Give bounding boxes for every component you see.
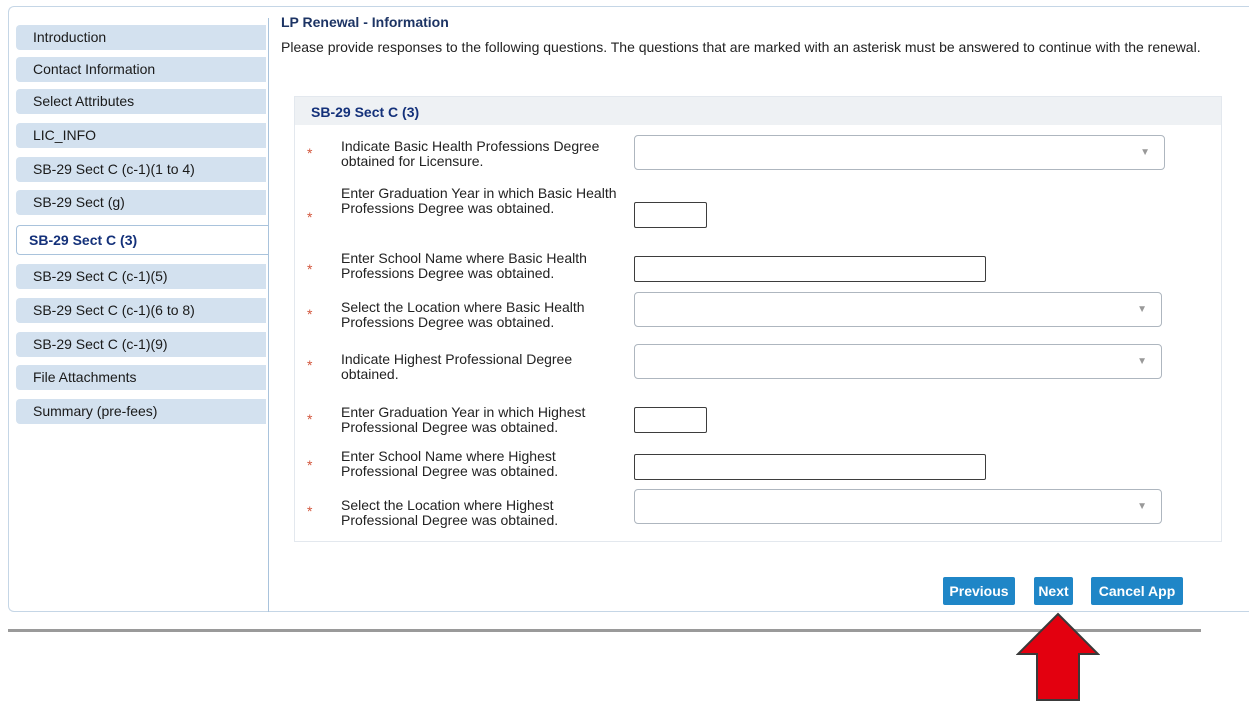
section-title: SB-29 Sect C (3) bbox=[295, 97, 1221, 125]
required-asterisk: * bbox=[307, 503, 313, 519]
basic-school-name-input[interactable] bbox=[634, 256, 986, 282]
sidebar-item-select-attributes[interactable]: Select Attributes bbox=[16, 89, 266, 114]
question-label: Select the Location where Highest Profes… bbox=[341, 497, 559, 528]
sidebar-item-introduction[interactable]: Introduction bbox=[16, 25, 266, 50]
required-asterisk: * bbox=[307, 357, 313, 373]
sidebar-item-summary-pre-fees[interactable]: Summary (pre-fees) bbox=[16, 399, 266, 424]
chevron-down-icon: ▼ bbox=[1140, 147, 1150, 158]
sidebar-item-file-attachments[interactable]: File Attachments bbox=[16, 365, 266, 390]
required-asterisk: * bbox=[307, 306, 313, 322]
previous-button[interactable]: Previous bbox=[943, 577, 1015, 605]
required-asterisk: * bbox=[307, 457, 313, 473]
basic-grad-year-input[interactable] bbox=[634, 202, 707, 228]
highest-location-select[interactable]: ▼ bbox=[634, 489, 1162, 524]
sidebar-item-sect-g[interactable]: SB-29 Sect (g) bbox=[16, 190, 266, 215]
question-label: Enter Graduation Year in which Basic Hea… bbox=[341, 185, 617, 216]
required-asterisk: * bbox=[307, 261, 313, 277]
next-button[interactable]: Next bbox=[1034, 577, 1073, 605]
cancel-app-button[interactable]: Cancel App bbox=[1091, 577, 1183, 605]
question-label: Enter School Name where Highest Professi… bbox=[341, 448, 559, 479]
sidebar-item-sect-c-c1-9[interactable]: SB-29 Sect C (c-1)(9) bbox=[16, 332, 266, 357]
required-asterisk: * bbox=[307, 145, 313, 161]
sidebar-item-lic-info[interactable]: LIC_INFO bbox=[16, 123, 266, 148]
sidebar-item-sect-c-c1-6-to-8[interactable]: SB-29 Sect C (c-1)(6 to 8) bbox=[16, 298, 266, 323]
highest-grad-year-input[interactable] bbox=[634, 407, 707, 433]
basic-degree-select[interactable]: ▼ bbox=[634, 135, 1165, 170]
instructions-text: Please provide responses to the followin… bbox=[281, 39, 1201, 55]
question-section: SB-29 Sect C (3) * Indicate Basic Health… bbox=[294, 96, 1222, 542]
chevron-down-icon: ▼ bbox=[1137, 501, 1147, 512]
highest-degree-select[interactable]: ▼ bbox=[634, 344, 1162, 379]
arrow-up-icon bbox=[1016, 612, 1100, 701]
question-label: Enter School Name where Basic Health Pro… bbox=[341, 250, 587, 281]
question-label: Indicate Basic Health Professions Degree… bbox=[341, 138, 600, 169]
page-title: LP Renewal - Information bbox=[281, 14, 449, 30]
question-label: Select the Location where Basic Health P… bbox=[341, 299, 585, 330]
question-label: Enter Graduation Year in which Highest P… bbox=[341, 404, 586, 435]
required-asterisk: * bbox=[307, 209, 313, 225]
question-label: Indicate Highest Professional Degree obt… bbox=[341, 351, 573, 382]
highest-school-name-input[interactable] bbox=[634, 454, 986, 480]
sidebar-item-sect-c-c1-5[interactable]: SB-29 Sect C (c-1)(5) bbox=[16, 264, 266, 289]
sidebar-item-sect-c-3[interactable]: SB-29 Sect C (3) bbox=[16, 225, 268, 255]
chevron-down-icon: ▼ bbox=[1137, 356, 1147, 367]
sidebar-item-contact-information[interactable]: Contact Information bbox=[16, 57, 266, 82]
sidebar-nav: Introduction Contact Information Select … bbox=[16, 18, 269, 612]
chevron-down-icon: ▼ bbox=[1137, 304, 1147, 315]
basic-location-select[interactable]: ▼ bbox=[634, 292, 1162, 327]
sidebar-item-sect-c-c1-1-to-4[interactable]: SB-29 Sect C (c-1)(1 to 4) bbox=[16, 157, 266, 182]
required-asterisk: * bbox=[307, 411, 313, 427]
